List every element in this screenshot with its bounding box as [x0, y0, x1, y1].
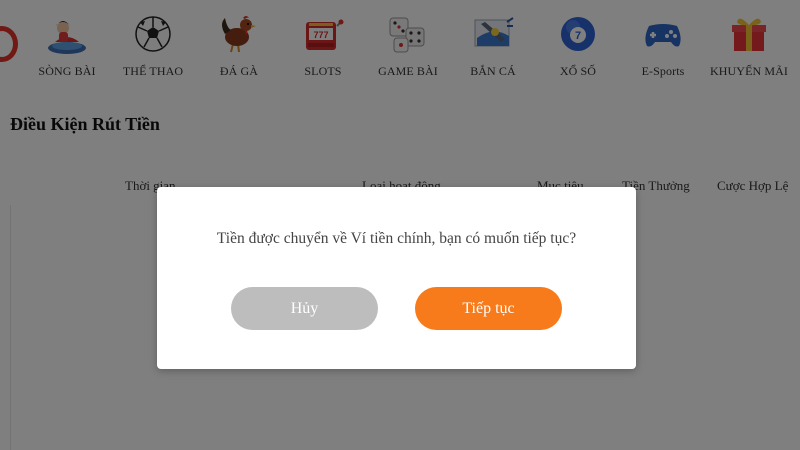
continue-button[interactable]: Tiếp tục [415, 287, 562, 330]
confirm-dialog: Tiền được chuyển về Ví tiền chính, bạn c… [157, 187, 636, 369]
dialog-message: Tiền được chuyển về Ví tiền chính, bạn c… [216, 230, 577, 247]
cancel-button[interactable]: Hủy [231, 287, 378, 330]
